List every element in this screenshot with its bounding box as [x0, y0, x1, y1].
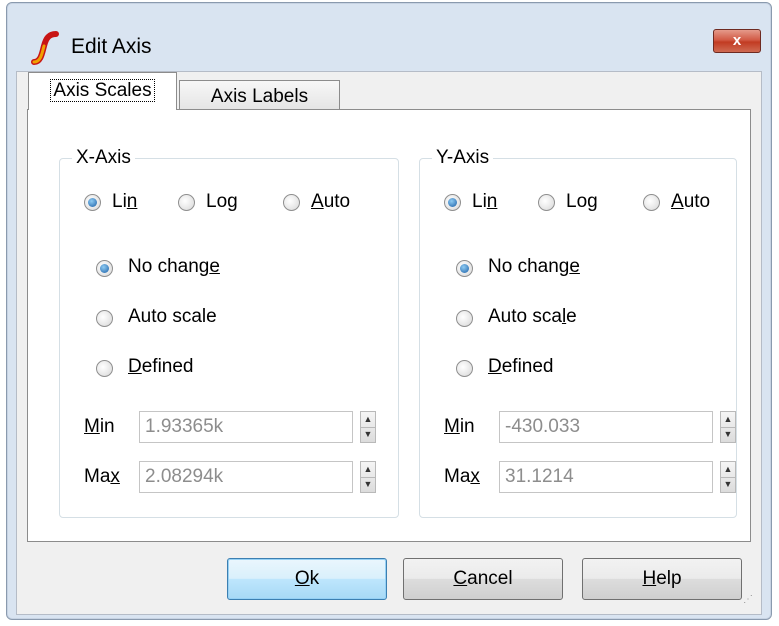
- x-lin-radio[interactable]: [84, 194, 101, 211]
- x-axis-group: X-Axis Lin Log Auto No change Auto scale…: [59, 146, 399, 518]
- x-no-change-radio[interactable]: [96, 260, 113, 277]
- x-min-input[interactable]: 1.93365k: [139, 411, 353, 443]
- x-max-label: Max: [84, 466, 120, 487]
- y-axis-group: Y-Axis Lin Log Auto No change Auto scale…: [419, 146, 737, 518]
- tab-label: Axis Labels: [210, 86, 309, 107]
- stepper-up-icon[interactable]: ▲: [721, 462, 735, 478]
- y-auto-scale-radio[interactable]: [456, 310, 473, 327]
- y-auto-scale-label[interactable]: Auto scale: [488, 305, 577, 329]
- cancel-button[interactable]: Cancel: [403, 558, 563, 600]
- y-defined-radio[interactable]: [456, 360, 473, 377]
- edit-axis-dialog: Edit Axis x Axis Scales Axis Labels X-Ax…: [6, 2, 772, 620]
- y-min-stepper[interactable]: ▲ ▼: [720, 411, 736, 443]
- group-label: X-Axis: [72, 146, 135, 170]
- x-auto-radio[interactable]: [283, 194, 300, 211]
- x-min-stepper[interactable]: ▲ ▼: [360, 411, 376, 443]
- x-auto-scale-radio[interactable]: [96, 310, 113, 327]
- x-max-input[interactable]: 2.08294k: [139, 461, 353, 493]
- stepper-up-icon[interactable]: ▲: [361, 462, 375, 478]
- title-bar[interactable]: Edit Axis x: [7, 3, 771, 65]
- window-title: Edit Axis: [71, 35, 152, 58]
- ok-button[interactable]: Ok: [227, 558, 387, 600]
- x-no-change-label[interactable]: No change: [128, 255, 220, 279]
- help-button[interactable]: Help: [582, 558, 742, 600]
- x-auto-scale-label[interactable]: Auto scale: [128, 305, 217, 329]
- close-icon: x: [732, 32, 742, 49]
- y-no-change-label[interactable]: No change: [488, 255, 580, 279]
- x-log-radio[interactable]: [178, 194, 195, 211]
- close-button[interactable]: x: [713, 29, 761, 53]
- y-log-label[interactable]: Log: [566, 190, 598, 214]
- stepper-down-icon[interactable]: ▼: [361, 427, 375, 442]
- tab-axis-labels[interactable]: Axis Labels: [179, 80, 340, 112]
- resize-grip-icon[interactable]: ⋰: [743, 595, 757, 610]
- simetrix-logo-icon: [31, 31, 59, 65]
- y-min-input[interactable]: -430.033: [499, 411, 713, 443]
- dialog-body: Axis Scales Axis Labels X-Axis Lin Log A…: [16, 71, 762, 615]
- y-min-label: Min: [444, 416, 475, 437]
- y-log-radio[interactable]: [538, 194, 555, 211]
- x-min-label: Min: [84, 416, 115, 437]
- axis-scales-panel: X-Axis Lin Log Auto No change Auto scale…: [27, 109, 751, 542]
- x-lin-label[interactable]: Lin: [112, 190, 137, 214]
- y-defined-label[interactable]: Defined: [488, 355, 554, 379]
- y-lin-radio[interactable]: [444, 194, 461, 211]
- x-defined-radio[interactable]: [96, 360, 113, 377]
- stepper-down-icon[interactable]: ▼: [721, 477, 735, 492]
- stepper-up-icon[interactable]: ▲: [361, 412, 375, 428]
- x-defined-label[interactable]: Defined: [128, 355, 194, 379]
- y-max-stepper[interactable]: ▲ ▼: [720, 461, 736, 493]
- tab-label: Axis Scales: [50, 79, 155, 102]
- group-label: Y-Axis: [432, 146, 494, 170]
- y-auto-label[interactable]: Auto: [671, 190, 710, 214]
- tab-axis-scales[interactable]: Axis Scales: [28, 72, 177, 110]
- stepper-down-icon[interactable]: ▼: [361, 477, 375, 492]
- stepper-up-icon[interactable]: ▲: [721, 412, 735, 428]
- y-max-label: Max: [444, 466, 480, 487]
- y-max-input[interactable]: 31.1214: [499, 461, 713, 493]
- x-auto-label[interactable]: Auto: [311, 190, 350, 214]
- x-max-stepper[interactable]: ▲ ▼: [360, 461, 376, 493]
- x-log-label[interactable]: Log: [206, 190, 238, 214]
- y-no-change-radio[interactable]: [456, 260, 473, 277]
- y-auto-radio[interactable]: [643, 194, 660, 211]
- stepper-down-icon[interactable]: ▼: [721, 427, 735, 442]
- y-lin-label[interactable]: Lin: [472, 190, 497, 214]
